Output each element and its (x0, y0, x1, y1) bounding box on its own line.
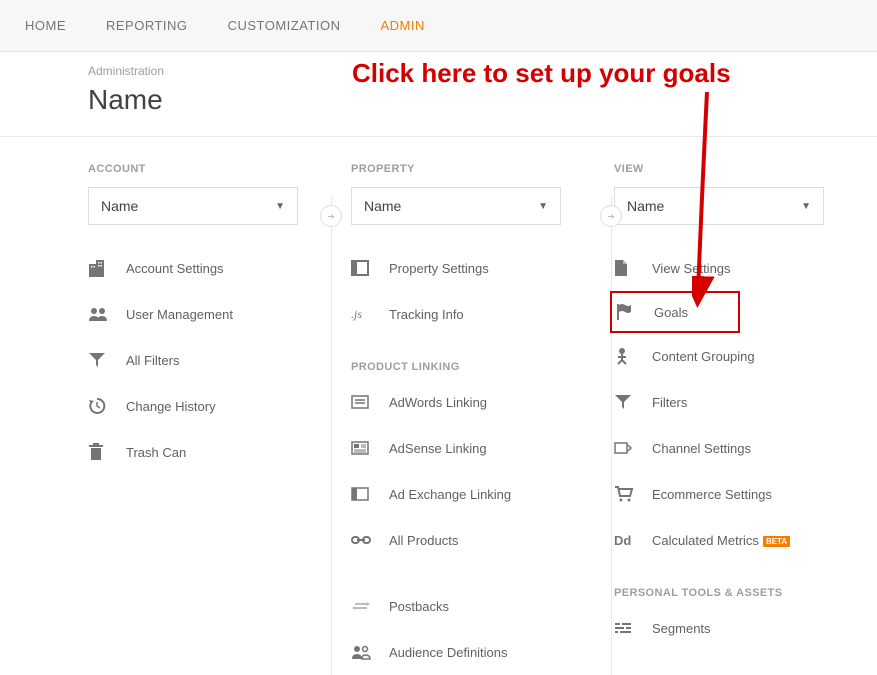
admin-columns: ACCOUNT Name ▼ Account Settings User Man… (0, 137, 877, 675)
menu-item-channel-settings[interactable]: Channel Settings (614, 425, 847, 471)
account-select-value: Name (101, 198, 138, 214)
menu-item-label: User Management (126, 307, 233, 322)
chevron-down-icon: ▼ (538, 201, 548, 212)
menu-item-property-settings[interactable]: Property Settings (351, 245, 584, 291)
js-icon: .js (351, 305, 377, 323)
view-select-value: Name (627, 198, 664, 214)
menu-item-all-products[interactable]: All Products (351, 517, 584, 563)
personal-tools-heading: PERSONAL TOOLS & ASSETS (614, 587, 847, 599)
menu-item-content-grouping[interactable]: Content Grouping (614, 333, 847, 379)
menu-item-label: All Products (389, 533, 458, 548)
adsense-icon (351, 439, 377, 457)
top-nav: HOME REPORTING CUSTOMIZATION ADMIN (0, 0, 877, 52)
menu-item-label: Audience Definitions (389, 645, 508, 660)
menu-item-user-management[interactable]: User Management (88, 291, 321, 337)
product-linking-heading: PRODUCT LINKING (351, 361, 584, 373)
menu-item-trash-can[interactable]: Trash Can (88, 429, 321, 475)
menu-item-audience-definitions[interactable]: Audience Definitions (351, 629, 584, 675)
menu-item-adwords-linking[interactable]: AdWords Linking (351, 379, 584, 425)
trash-icon (88, 443, 114, 461)
menu-item-label: Content Grouping (652, 349, 755, 364)
menu-item-label: Trash Can (126, 445, 186, 460)
menu-item-calculated-metrics[interactable]: Dd Calculated MetricsBETA (614, 517, 847, 563)
transfer-account-property-button[interactable] (320, 205, 342, 227)
view-menu: View Settings Goals Content Grouping Fil… (614, 245, 847, 651)
property-select-value: Name (364, 198, 401, 214)
postbacks-icon (351, 597, 377, 615)
view-column-label: VIEW (614, 163, 847, 175)
menu-item-label: Ecommerce Settings (652, 487, 772, 502)
menu-item-label: Account Settings (126, 261, 224, 276)
menu-item-adsense-linking[interactable]: AdSense Linking (351, 425, 584, 471)
view-select[interactable]: Name ▼ (614, 187, 824, 225)
account-select[interactable]: Name ▼ (88, 187, 298, 225)
nav-reporting[interactable]: REPORTING (106, 18, 188, 33)
funnel-icon (88, 351, 114, 369)
menu-item-view-settings[interactable]: View Settings (614, 245, 847, 291)
menu-item-ecommerce-settings[interactable]: Ecommerce Settings (614, 471, 847, 517)
menu-item-label: Change History (126, 399, 216, 414)
menu-item-ad-exchange-linking[interactable]: Ad Exchange Linking (351, 471, 584, 517)
menu-item-filters[interactable]: Filters (614, 379, 847, 425)
ad-exchange-icon (351, 485, 377, 503)
menu-item-label: Filters (652, 395, 687, 410)
property-select[interactable]: Name ▼ (351, 187, 561, 225)
menu-item-account-settings[interactable]: Account Settings (88, 245, 321, 291)
menu-item-label: Segments (652, 621, 711, 636)
ad-words-icon (351, 393, 377, 411)
view-column: VIEW Name ▼ View Settings Goals Content … (614, 137, 877, 675)
menu-item-label: Property Settings (389, 261, 489, 276)
channel-icon (614, 439, 640, 457)
menu-item-postbacks[interactable]: Postbacks (351, 583, 584, 629)
building-icon (88, 259, 114, 277)
cart-icon (614, 485, 640, 503)
menu-item-label: All Filters (126, 353, 179, 368)
menu-item-label: View Settings (652, 261, 731, 276)
funnel-icon (614, 393, 640, 411)
people-icon (88, 305, 114, 323)
callout-text: Click here to set up your goals (352, 58, 731, 89)
menu-item-label: Channel Settings (652, 441, 751, 456)
menu-item-label: Ad Exchange Linking (389, 487, 511, 502)
flag-icon (616, 303, 642, 321)
menu-item-label: AdWords Linking (389, 395, 487, 410)
menu-item-label: AdSense Linking (389, 441, 487, 456)
history-icon (88, 397, 114, 415)
nav-customization[interactable]: CUSTOMIZATION (228, 18, 341, 33)
segments-icon (614, 619, 640, 637)
menu-item-tracking-info[interactable]: .js Tracking Info (351, 291, 584, 337)
menu-item-change-history[interactable]: Change History (88, 383, 321, 429)
file-icon (614, 259, 640, 277)
menu-item-label: Goals (654, 305, 688, 320)
link-icon (351, 531, 377, 549)
menu-item-all-filters[interactable]: All Filters (88, 337, 321, 383)
chevron-down-icon: ▼ (801, 201, 811, 212)
menu-item-goals[interactable]: Goals (610, 291, 740, 333)
dd-icon: Dd (614, 531, 640, 549)
property-column: PROPERTY Name ▼ Property Settings .js Tr… (351, 137, 614, 675)
account-column: ACCOUNT Name ▼ Account Settings User Man… (88, 137, 351, 675)
layout-icon (351, 259, 377, 277)
account-column-label: ACCOUNT (88, 163, 321, 175)
menu-item-label: Postbacks (389, 599, 449, 614)
beta-badge: BETA (763, 536, 790, 547)
property-column-label: PROPERTY (351, 163, 584, 175)
chevron-down-icon: ▼ (275, 201, 285, 212)
menu-item-label: Tracking Info (389, 307, 464, 322)
person-icon (614, 347, 640, 365)
property-menu: Property Settings .js Tracking Info PROD… (351, 245, 584, 675)
account-menu: Account Settings User Management All Fil… (88, 245, 321, 475)
menu-item-label: Calculated MetricsBETA (652, 533, 790, 548)
nav-home[interactable]: HOME (25, 18, 66, 33)
nav-admin[interactable]: ADMIN (380, 18, 424, 33)
transfer-property-view-button[interactable] (600, 205, 622, 227)
menu-item-segments[interactable]: Segments (614, 605, 847, 651)
